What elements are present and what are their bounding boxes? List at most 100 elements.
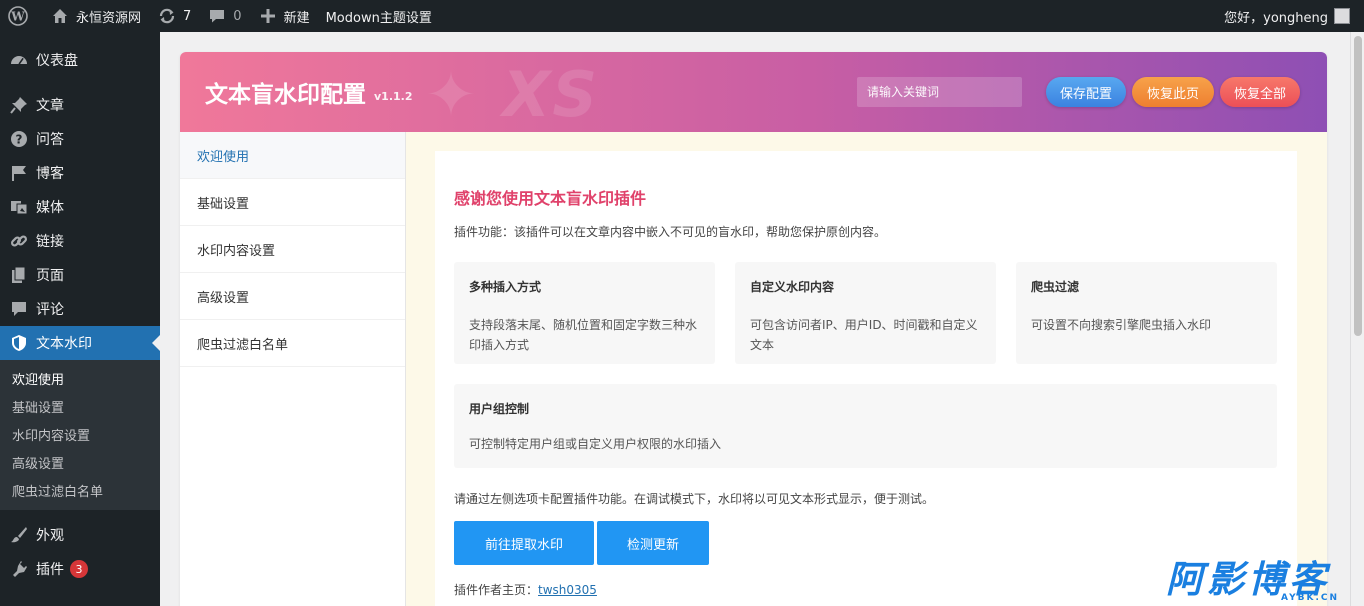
sidebar-item-plugins[interactable]: 插件 3: [0, 552, 160, 586]
admin-sidebar: 仪表盘 文章 ? 问答 博客 媒体 链接 页面 评论 文本水印 欢迎使用 基础设…: [0, 32, 160, 606]
wordpress-logo-button[interactable]: W: [0, 0, 42, 32]
avatar: [1334, 8, 1350, 24]
action-buttons: 前往提取水印 检测更新: [454, 521, 1278, 565]
scrollbar-thumb[interactable]: [1354, 36, 1362, 336]
brush-icon: [10, 526, 28, 544]
tab-watermark-content[interactable]: 水印内容设置: [180, 226, 405, 273]
logo-subtext: AYBK.CN: [1281, 593, 1340, 603]
feature-description: 可设置不向搜索引擎爬虫插入水印: [1031, 318, 1212, 332]
wordpress-icon: W: [8, 6, 28, 26]
sidebar-item-label: 文章: [36, 98, 64, 114]
svg-text:?: ?: [16, 133, 23, 147]
updates-link[interactable]: 7: [149, 0, 199, 32]
submenu-item-basic[interactable]: 基础设置: [0, 392, 160, 420]
settings-tabs: 欢迎使用 基础设置 水印内容设置 高级设置 爬虫过滤白名单: [180, 132, 406, 606]
page-scrollbar[interactable]: [1350, 32, 1364, 606]
flag-icon: [10, 164, 28, 182]
feature-grid: 多种插入方式 支持段落末尾、随机位置和固定字数三种水印插入方式 自定义水印内容 …: [454, 262, 1278, 364]
welcome-card: 感谢您使用文本盲水印插件 插件功能：该插件可以在文章内容中嵌入不可见的盲水印，帮…: [435, 151, 1297, 606]
author-label: 插件作者主页：: [454, 583, 539, 597]
feature-card: 自定义水印内容 可包含访问者IP、用户ID、时间戳和自定义文本: [735, 262, 996, 364]
home-icon: [50, 6, 70, 26]
welcome-description: 插件功能：该插件可以在文章内容中嵌入不可见的盲水印，帮助您保护原创内容。: [454, 225, 887, 239]
feature-card: 用户组控制 可控制特定用户组或自定义用户权限的水印插入: [454, 384, 1277, 468]
save-config-button[interactable]: 保存配置: [1046, 77, 1126, 107]
feature-card: 爬虫过滤 可设置不向搜索引擎爬虫插入水印: [1016, 262, 1277, 364]
refresh-icon: [157, 6, 177, 26]
welcome-title: 感谢您使用文本盲水印插件: [454, 189, 647, 208]
submenu-item-welcome[interactable]: 欢迎使用: [0, 364, 160, 392]
usage-note: 请通过左侧选项卡配置插件功能。在调试模式下，水印将以可见文本形式显示，便于测试。: [454, 492, 935, 506]
tab-crawler-whitelist[interactable]: 爬虫过滤白名单: [180, 320, 405, 367]
sidebar-item-posts[interactable]: 文章: [0, 88, 160, 122]
search-input[interactable]: [857, 77, 1022, 107]
author-link[interactable]: twsh0305: [538, 583, 597, 597]
comments-count: 0: [233, 8, 242, 24]
admin-bar: W 永恒资源网 7 0 新建 Modown主题设置 您好，yongheng: [0, 0, 1364, 32]
sidebar-item-label: 问答: [36, 132, 64, 148]
version-label: v1.1.2: [374, 89, 413, 103]
feature-title: 多种插入方式: [469, 280, 542, 294]
sidebar-item-label: 仪表盘: [36, 53, 78, 69]
site-watermark-logo: 阿影博客 AYBK.CN: [1166, 558, 1364, 606]
page-title: 文本盲水印配置: [205, 82, 366, 108]
theme-settings-label: Modown主题设置: [325, 10, 432, 26]
sidebar-item-links[interactable]: 链接: [0, 224, 160, 258]
sidebar-item-comments[interactable]: 评论: [0, 292, 160, 326]
feature-description: 可包含访问者IP、用户ID、时间戳和自定义文本: [750, 318, 978, 352]
feature-title: 用户组控制: [469, 402, 530, 416]
new-content-link[interactable]: 新建: [250, 0, 318, 32]
sidebar-item-qa[interactable]: ? 问答: [0, 122, 160, 156]
updates-count: 7: [183, 8, 192, 24]
sidebar-item-blog[interactable]: 博客: [0, 156, 160, 190]
tab-welcome[interactable]: 欢迎使用: [180, 132, 405, 179]
sidebar-item-label: 插件: [36, 562, 64, 578]
sidebar-item-label: 媒体: [36, 200, 64, 216]
sidebar-item-appearance[interactable]: 外观: [0, 518, 160, 552]
panel-body: 欢迎使用 基础设置 水印内容设置 高级设置 爬虫过滤白名单 感谢您使用文本盲水印…: [180, 132, 1327, 606]
reset-all-button[interactable]: 恢复全部: [1220, 77, 1300, 107]
sidebar-item-label: 文本水印: [36, 336, 92, 352]
tab-advanced[interactable]: 高级设置: [180, 273, 405, 320]
extract-watermark-button[interactable]: 前往提取水印: [454, 521, 594, 565]
feature-description: 支持段落末尾、随机位置和固定字数三种水印插入方式: [469, 318, 698, 352]
user-account-menu[interactable]: 您好，yongheng: [1224, 7, 1364, 26]
submenu-item-whitelist[interactable]: 爬虫过滤白名单: [0, 476, 160, 504]
panel-header: ✦ XS 文本盲水印配置 v1.1.2 保存配置 恢复此页 恢复全部: [180, 52, 1327, 132]
new-label: 新建: [283, 10, 310, 26]
sidebar-item-label: 外观: [36, 528, 64, 544]
pin-icon: [10, 96, 28, 114]
settings-panel: ✦ XS 文本盲水印配置 v1.1.2 保存配置 恢复此页 恢复全部 欢迎使用 …: [180, 52, 1327, 606]
plus-icon: [258, 6, 278, 26]
site-name: 永恒资源网: [76, 10, 142, 26]
submenu-item-advanced[interactable]: 高级设置: [0, 448, 160, 476]
question-icon: ?: [10, 130, 28, 148]
shield-icon: [10, 334, 28, 352]
theme-settings-link[interactable]: Modown主题设置: [318, 0, 440, 32]
tab-basic[interactable]: 基础设置: [180, 179, 405, 226]
sidebar-item-label: 链接: [36, 234, 64, 250]
feature-title: 爬虫过滤: [1031, 280, 1080, 294]
svg-text:W: W: [10, 10, 25, 24]
content-area: 感谢您使用文本盲水印插件 插件功能：该插件可以在文章内容中嵌入不可见的盲水印，帮…: [406, 132, 1327, 606]
author-info: 插件作者主页：twsh0305: [454, 581, 1278, 598]
header-decoration: ✦ XS: [425, 58, 599, 131]
feature-title: 自定义水印内容: [750, 280, 835, 294]
dashboard-icon: [10, 51, 28, 69]
sidebar-item-pages[interactable]: 页面: [0, 258, 160, 292]
page-icon: [10, 266, 28, 284]
site-name-link[interactable]: 永恒资源网: [42, 0, 149, 32]
feature-card: 多种插入方式 支持段落末尾、随机位置和固定字数三种水印插入方式: [454, 262, 715, 364]
plugin-icon: [10, 560, 28, 578]
comment-icon: [207, 6, 227, 26]
reset-page-button[interactable]: 恢复此页: [1132, 77, 1214, 107]
watermark-submenu: 欢迎使用 基础设置 水印内容设置 高级设置 爬虫过滤白名单: [0, 360, 160, 510]
sidebar-item-dashboard[interactable]: 仪表盘: [0, 43, 160, 77]
user-greeting: 您好，yongheng: [1224, 10, 1328, 26]
comments-link[interactable]: 0: [199, 0, 249, 32]
check-update-button[interactable]: 检测更新: [597, 521, 709, 565]
submenu-item-content[interactable]: 水印内容设置: [0, 420, 160, 448]
sidebar-item-text-watermark[interactable]: 文本水印: [0, 326, 160, 360]
sidebar-item-label: 博客: [36, 166, 64, 182]
sidebar-item-media[interactable]: 媒体: [0, 190, 160, 224]
